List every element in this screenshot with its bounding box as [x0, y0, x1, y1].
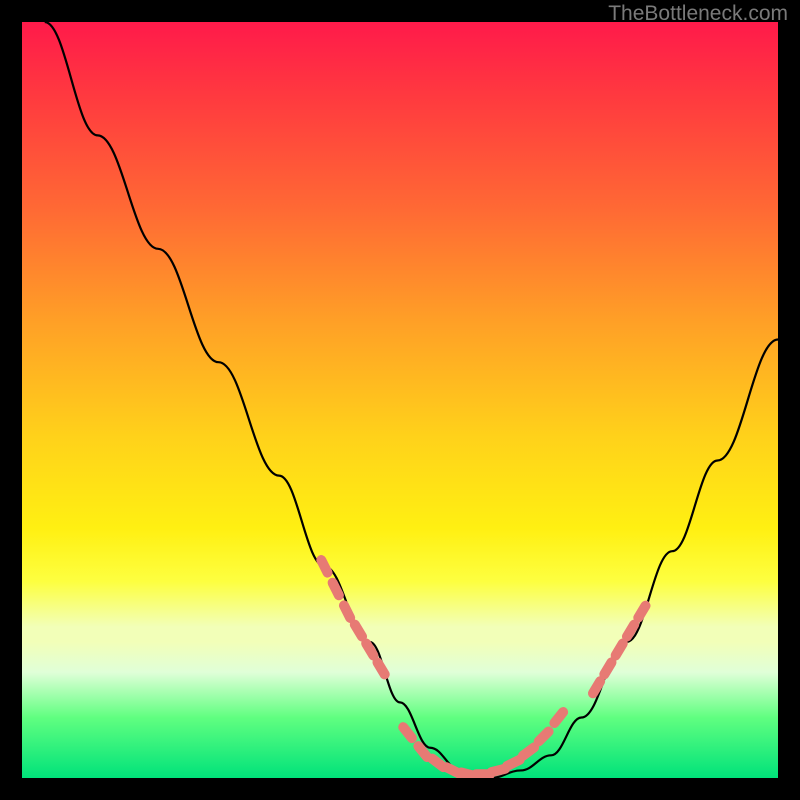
- marker-dash: [355, 625, 362, 637]
- marker-dash: [333, 583, 339, 596]
- marker-dash: [491, 769, 505, 772]
- marker-dash: [554, 712, 563, 723]
- chart-svg: [22, 22, 778, 778]
- marker-dash: [616, 643, 623, 655]
- marker-layer: [321, 560, 645, 776]
- marker-dash: [432, 759, 443, 767]
- marker-dash: [403, 727, 412, 738]
- marker-dash: [627, 625, 634, 637]
- marker-dash: [507, 760, 520, 766]
- marker-dash: [418, 746, 427, 757]
- chart-frame: TheBottleneck.com: [0, 0, 800, 800]
- marker-dash: [638, 606, 645, 618]
- curve-layer: [45, 22, 778, 778]
- marker-dash: [366, 643, 373, 655]
- marker-dash: [539, 731, 549, 741]
- bottleneck-curve: [45, 22, 778, 778]
- marker-dash: [377, 662, 384, 674]
- chart-plot-area: [22, 22, 778, 778]
- marker-dash: [604, 662, 611, 674]
- watermark-text: TheBottleneck.com: [608, 2, 788, 26]
- marker-dash: [344, 605, 350, 618]
- marker-dash: [523, 747, 534, 755]
- marker-dash: [321, 560, 327, 573]
- marker-dash: [593, 681, 600, 693]
